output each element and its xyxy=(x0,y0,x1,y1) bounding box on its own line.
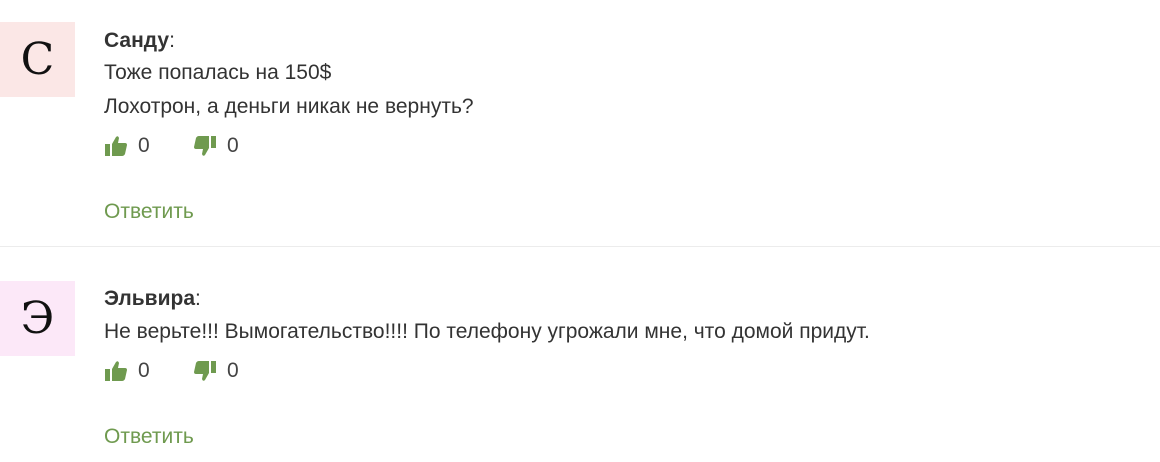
avatar: Э xyxy=(0,281,75,356)
avatar: С xyxy=(0,22,75,97)
thumbs-up-icon xyxy=(105,361,127,381)
dislike-count: 0 xyxy=(227,134,239,157)
comment-text-line: Лохотрон, а деньги никак не вернуть? xyxy=(104,95,474,118)
thumbs-down-icon xyxy=(194,361,216,381)
dislike-button[interactable]: 0 xyxy=(193,359,239,383)
comment-author-line: Эльвира: xyxy=(104,286,201,312)
reply-link[interactable]: Ответить xyxy=(104,200,194,224)
like-button[interactable]: 0 xyxy=(104,134,150,158)
reply-link[interactable]: Ответить xyxy=(104,425,194,449)
thumbs-down-icon xyxy=(194,136,216,156)
comment-author: Эльвира xyxy=(104,287,195,310)
like-count: 0 xyxy=(138,359,150,382)
thumbs-up-icon xyxy=(105,136,127,156)
like-button[interactable]: 0 xyxy=(104,359,150,383)
author-separator: : xyxy=(169,29,175,52)
comment-text-line: Тоже попалась на 150$ xyxy=(104,61,332,84)
avatar-letter: С xyxy=(20,34,55,85)
author-separator: : xyxy=(195,287,201,310)
comment-author: Санду xyxy=(104,29,170,52)
avatar-letter: Э xyxy=(20,293,55,344)
comment-text-line: Не верьте!!! Вымогательство!!!! По телеф… xyxy=(104,320,870,343)
comment-author-line: Санду: xyxy=(104,28,175,54)
comment-divider xyxy=(0,246,1160,247)
dislike-button[interactable]: 0 xyxy=(193,134,239,158)
dislike-count: 0 xyxy=(227,359,239,382)
like-count: 0 xyxy=(138,134,150,157)
